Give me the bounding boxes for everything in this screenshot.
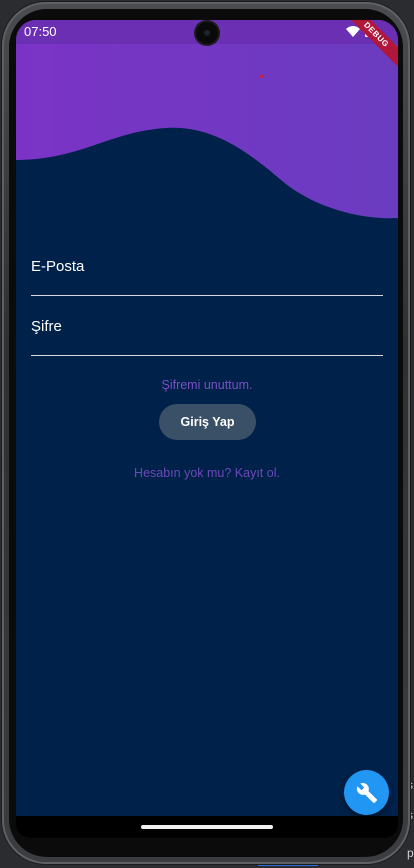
ide-text-fragment: pe (407, 846, 414, 860)
status-bar: 07:50 (16, 20, 398, 44)
email-field[interactable]: E-Posta (31, 248, 383, 296)
navigation-bar (16, 816, 398, 838)
device-screen: 07:50 DEBUG E-Posta Şifre Şifremi unuttu… (16, 20, 398, 838)
tools-fab[interactable] (344, 770, 389, 815)
password-field[interactable]: Şifre (31, 308, 383, 356)
app-window: s s pe 07:50 (0, 0, 414, 868)
signup-link[interactable]: Hesabın yok mu? Kayıt ol. (16, 466, 398, 480)
gesture-handle[interactable] (141, 825, 273, 829)
forgot-password-link[interactable]: Şifremi unuttum. (16, 378, 398, 392)
ide-tab-underline (258, 864, 318, 866)
wrench-icon (356, 782, 377, 803)
email-input[interactable] (31, 248, 383, 295)
password-input[interactable] (31, 308, 383, 355)
login-form: E-Posta Şifre (31, 248, 383, 356)
status-time: 07:50 (24, 24, 57, 39)
marker-dot (260, 75, 263, 78)
login-button[interactable]: Giriş Yap (159, 404, 256, 440)
front-camera (196, 22, 218, 44)
header-wave (16, 20, 398, 219)
